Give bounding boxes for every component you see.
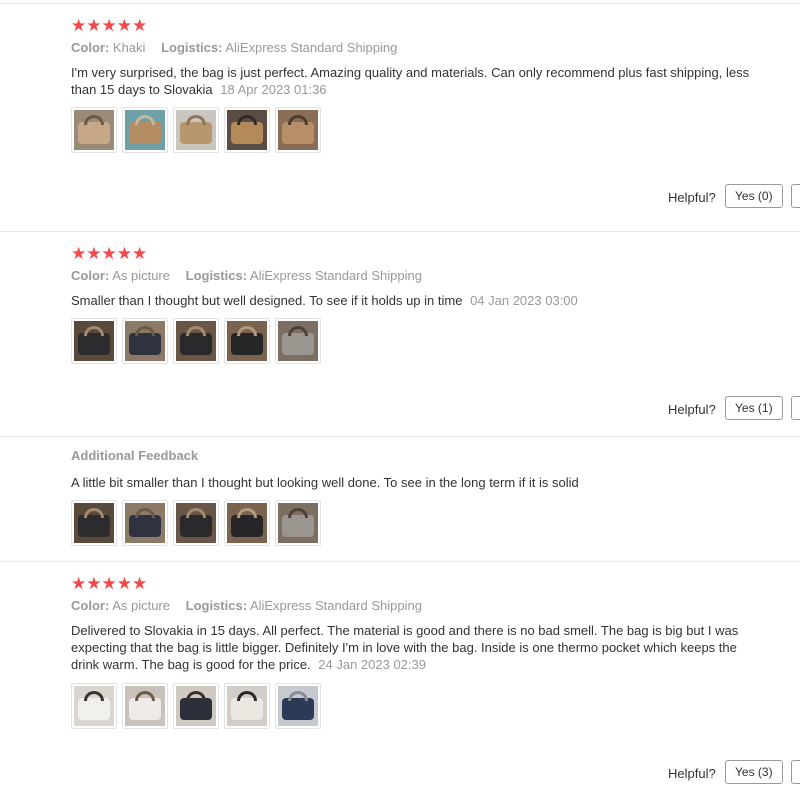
review-meta: Color: As picture Logistics: AliExpress … [71,598,422,614]
review-photos [71,107,321,153]
additional-feedback-photos [71,500,321,546]
helpful-label: Helpful? [668,402,716,417]
color-value: As picture [112,598,170,613]
logistics-label: Logistics: [185,598,248,613]
review-text: Smaller than I thought but well designed… [71,293,463,308]
star-rating: ★★★★★ [71,574,148,593]
review-photo[interactable] [275,107,321,153]
review-photo[interactable] [224,107,270,153]
review-date: 24 Jan 2023 02:39 [318,657,426,672]
helpful-label: Helpful? [668,766,716,781]
color-label: Color: [71,268,110,283]
helpful-yes-button[interactable]: Yes (1) [725,396,783,420]
review-photo[interactable] [224,683,270,729]
review-photo[interactable] [71,107,117,153]
logistics-value: AliExpress Standard Shipping [249,598,422,613]
logistics-label: Logistics: [185,268,248,283]
review-photo[interactable] [173,107,219,153]
helpful-no-button[interactable] [791,396,800,420]
helpful-no-button[interactable] [791,760,800,784]
review-photo[interactable] [275,318,321,364]
review-photo[interactable] [71,683,117,729]
review-text-block: I'm very surprised, the bag is just perf… [71,64,761,98]
review-photo[interactable] [275,683,321,729]
review-photos [71,318,321,364]
review-date: 18 Apr 2023 01:36 [220,82,327,97]
additional-feedback-text: A little bit smaller than I thought but … [71,475,579,490]
review-text-block: Smaller than I thought but well designed… [71,292,761,309]
review-photo[interactable] [122,318,168,364]
review-photo[interactable] [122,500,168,546]
review-photo[interactable] [71,500,117,546]
separator [0,231,800,232]
review-photo[interactable] [173,500,219,546]
helpful-yes-button[interactable]: Yes (0) [725,184,783,208]
review-photo[interactable] [173,683,219,729]
review-text-block: Delivered to Slovakia in 15 days. All pe… [71,622,761,673]
star-rating: ★★★★★ [71,244,148,263]
logistics-value: AliExpress Standard Shipping [249,268,422,283]
review-photo[interactable] [224,318,270,364]
separator [0,436,800,437]
separator [0,561,800,562]
helpful-yes-button[interactable]: Yes (3) [725,760,783,784]
additional-feedback-title: Additional Feedback [71,448,199,463]
review-meta: Color: Khaki Logistics: AliExpress Stand… [71,40,397,56]
review-photo[interactable] [122,107,168,153]
helpful-no-button[interactable] [791,184,800,208]
helpful-label: Helpful? [668,190,716,205]
color-value: Khaki [112,40,146,55]
review-photo[interactable] [224,500,270,546]
color-label: Color: [71,40,110,55]
review-photo[interactable] [173,318,219,364]
logistics-value: AliExpress Standard Shipping [225,40,398,55]
separator [0,3,800,4]
review-photos [71,683,321,729]
review-photo[interactable] [275,500,321,546]
review-meta: Color: As picture Logistics: AliExpress … [71,268,422,284]
review-photo[interactable] [122,683,168,729]
color-value: As picture [112,268,170,283]
review-date: 04 Jan 2023 03:00 [470,293,578,308]
star-rating: ★★★★★ [71,16,148,35]
review-photo[interactable] [71,318,117,364]
logistics-label: Logistics: [161,40,223,55]
color-label: Color: [71,598,110,613]
review-text: I'm very surprised, the bag is just perf… [71,65,750,97]
